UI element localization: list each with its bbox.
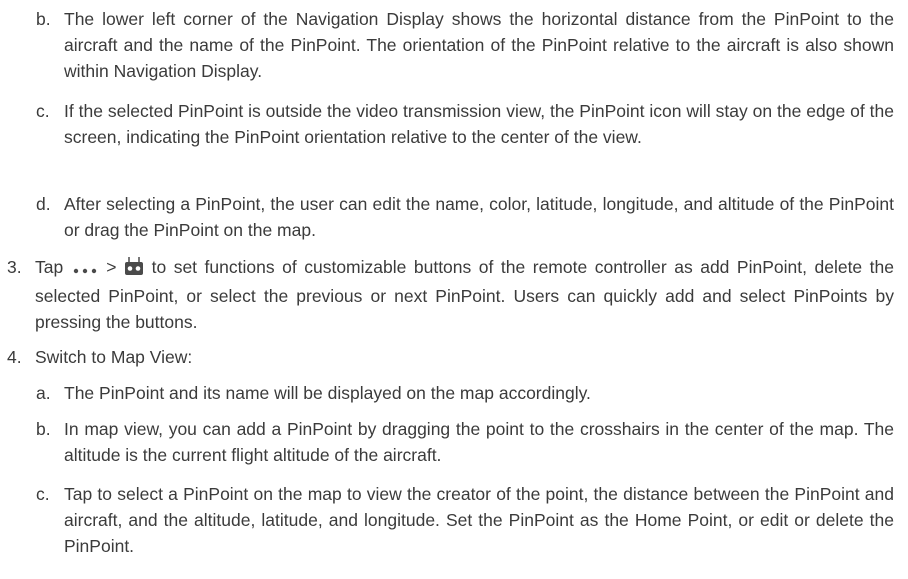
list-item-text: In map view, you can add a PinPoint by d… — [64, 419, 894, 465]
list-marker: c. — [36, 484, 50, 504]
step-separator: > — [106, 257, 117, 277]
step-number: 3. — [7, 257, 22, 277]
step-number: 4. — [7, 347, 22, 367]
step-4: 4. Switch to Map View: — [7, 344, 894, 370]
list-item-a: a. The PinPoint and its name will be dis… — [36, 380, 894, 406]
list-item-b: b. In map view, you can add a PinPoint b… — [36, 416, 894, 468]
list-item-text: Tap to select a PinPoint on the map to v… — [64, 484, 894, 556]
remote-controller-icon — [124, 256, 144, 283]
list-item-c: c. If the selected PinPoint is outside t… — [36, 98, 894, 150]
list-item-text: After selecting a PinPoint, the user can… — [64, 194, 894, 240]
list-marker: d. — [36, 194, 51, 214]
list-item-c: c. Tap to select a PinPoint on the map t… — [36, 481, 894, 559]
list-marker: c. — [36, 101, 50, 121]
step-3: 3. Tap > to set functions of customizabl… — [7, 254, 895, 335]
step-prefix: Tap — [35, 257, 64, 277]
list-marker: b. — [36, 419, 51, 439]
list-marker: a. — [36, 383, 51, 403]
step-text: to set functions of customizable buttons… — [35, 257, 895, 332]
list-marker: b. — [36, 9, 51, 29]
list-item-d: d. After selecting a PinPoint, the user … — [36, 191, 894, 243]
list-item-text: The lower left corner of the Navigation … — [64, 9, 894, 81]
list-item-b: b. The lower left corner of the Navigati… — [36, 6, 894, 84]
list-item-text: If the selected PinPoint is outside the … — [64, 101, 894, 147]
list-item-text: The PinPoint and its name will be displa… — [64, 383, 591, 403]
step-text: Switch to Map View: — [35, 347, 193, 367]
more-dots-icon — [71, 257, 99, 283]
